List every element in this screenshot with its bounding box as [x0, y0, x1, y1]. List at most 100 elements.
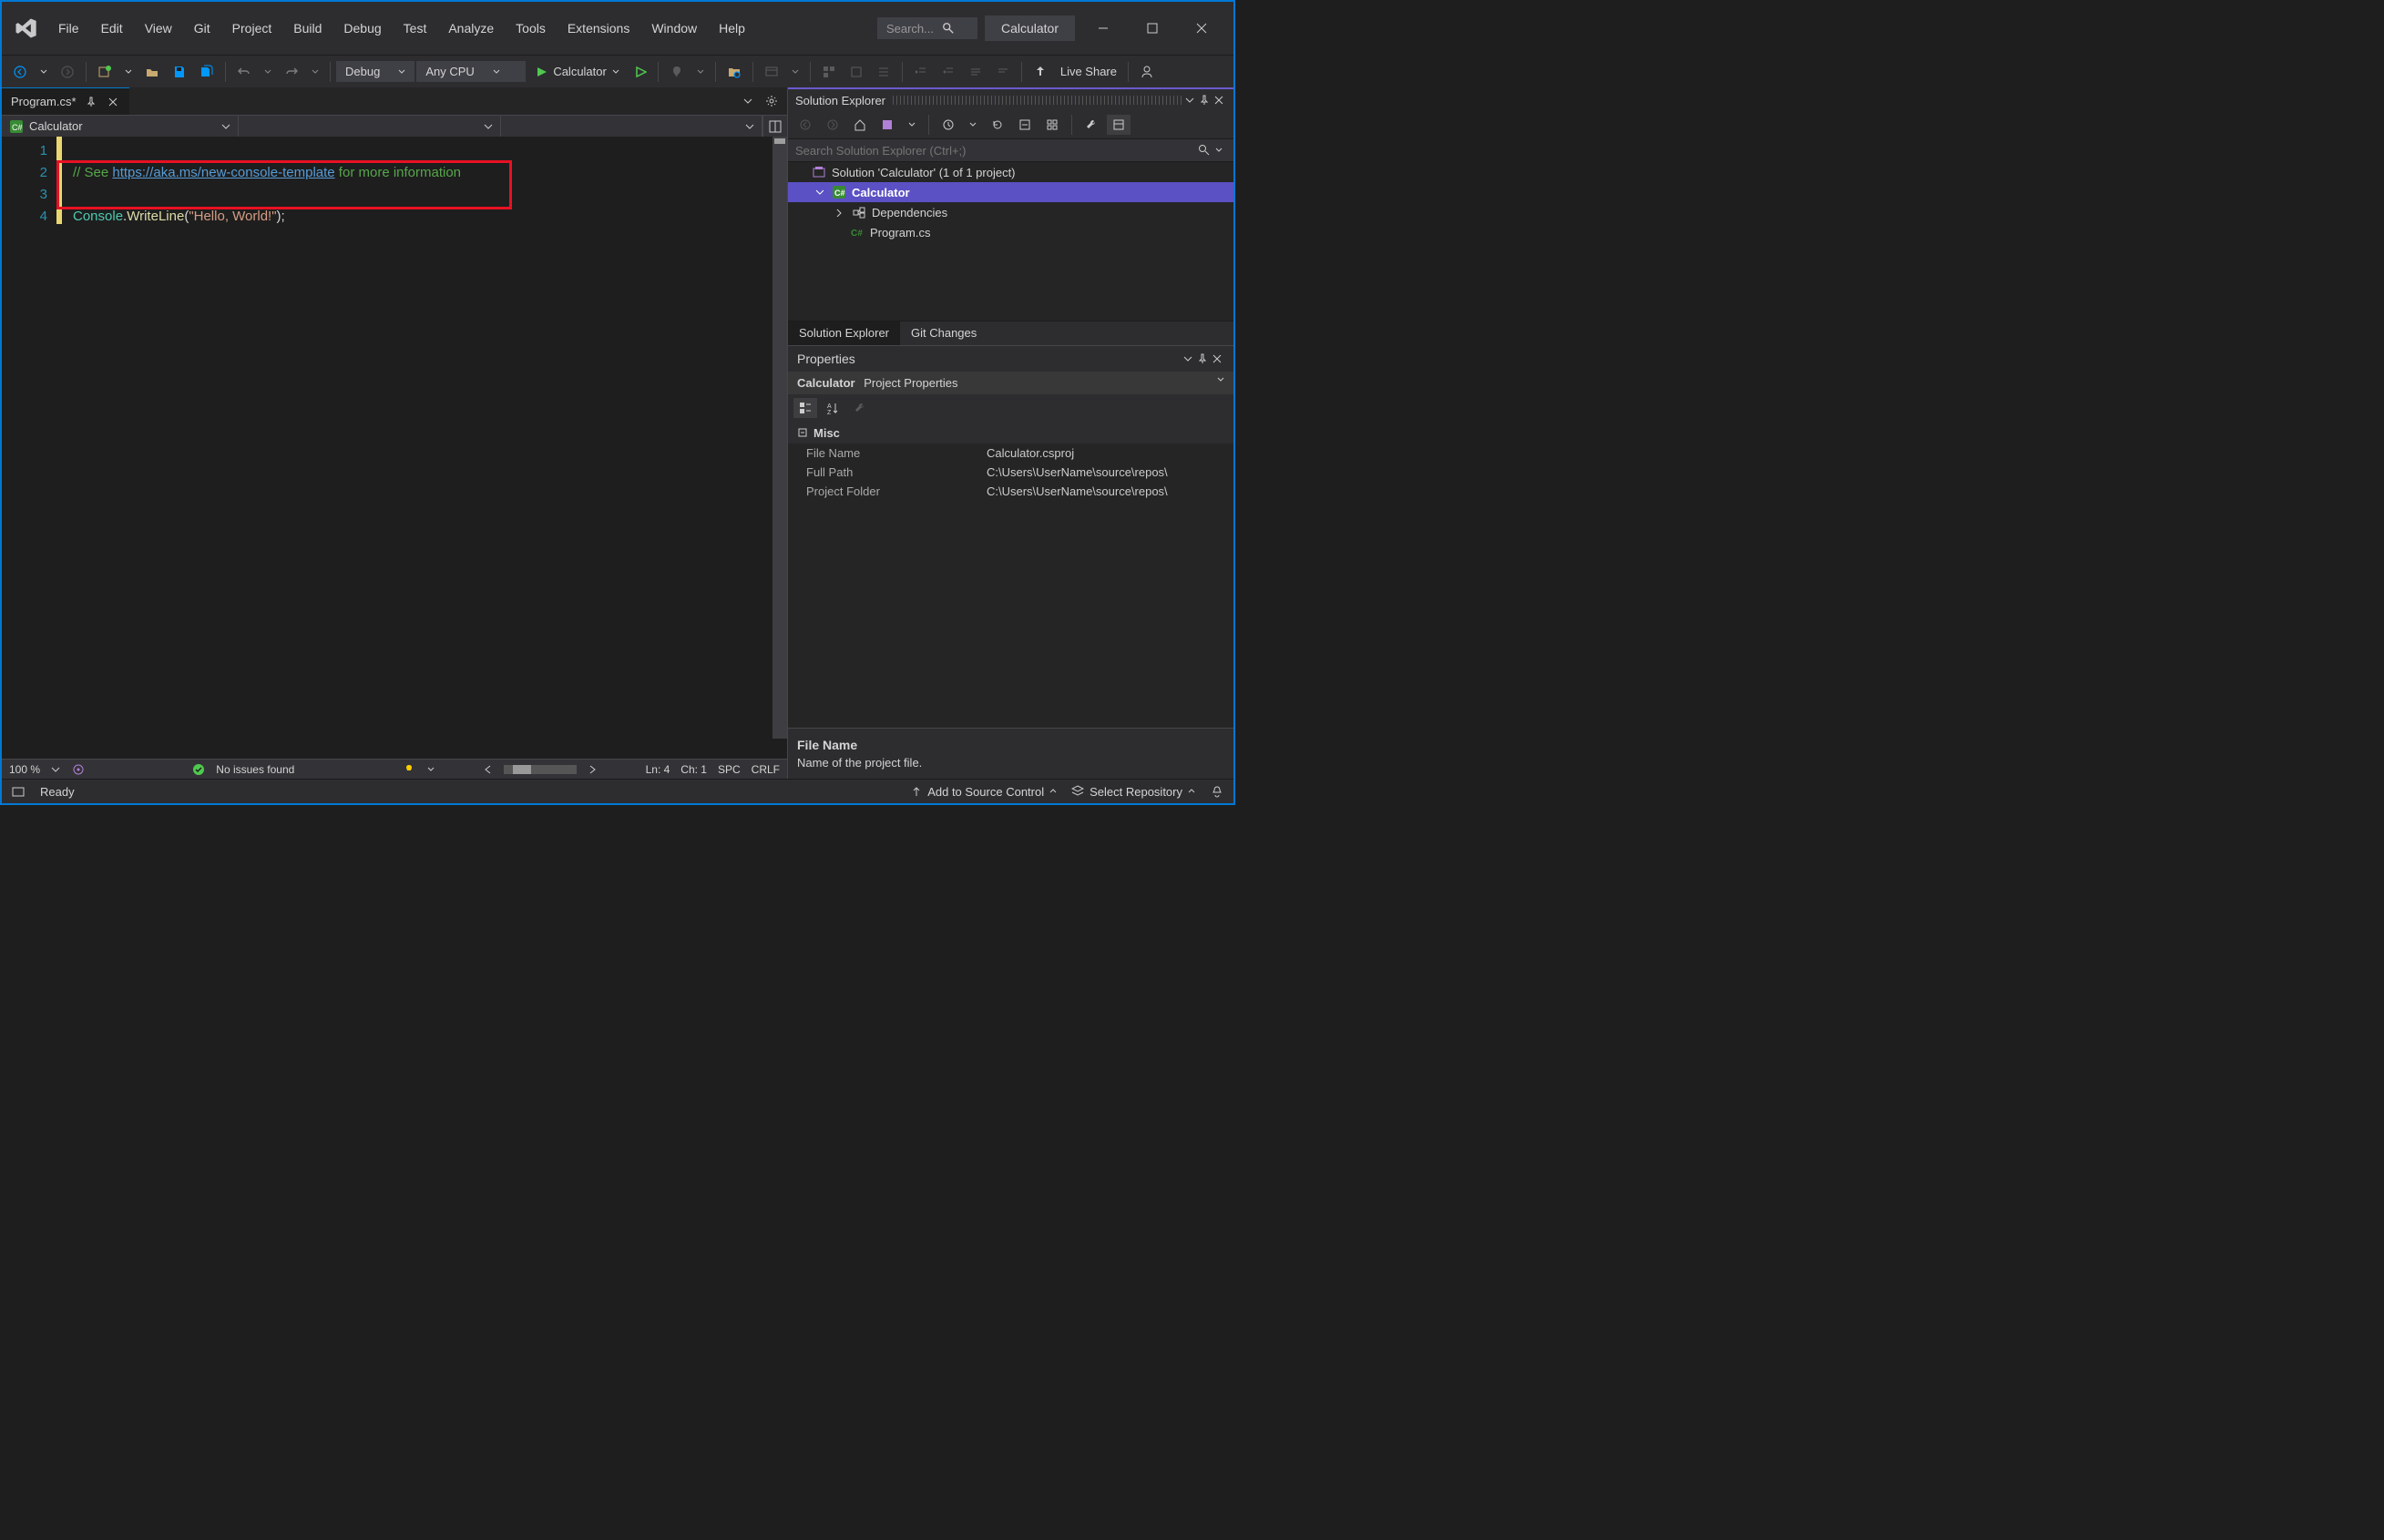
tree-solution-node[interactable]: Solution 'Calculator' (1 of 1 project) — [788, 162, 1233, 182]
redo-dropdown[interactable] — [306, 65, 324, 79]
properties-header[interactable]: Properties — [788, 346, 1233, 372]
menu-project[interactable]: Project — [221, 15, 283, 41]
tab-program-cs[interactable]: Program.cs* — [2, 87, 129, 115]
intellisense-icon[interactable] — [71, 762, 86, 777]
se-show-all-button[interactable] — [1040, 115, 1064, 135]
line-col[interactable]: Ln: 4 — [646, 763, 670, 776]
nav-type-dropdown[interactable] — [239, 116, 501, 137]
tab-git-changes[interactable]: Git Changes — [900, 321, 987, 345]
prev-issue-icon[interactable] — [484, 765, 493, 774]
output-icon[interactable] — [11, 784, 26, 799]
solution-explorer-header[interactable]: Solution Explorer — [788, 87, 1233, 111]
notifications-icon[interactable] — [1210, 784, 1224, 799]
close-panel-icon[interactable] — [1210, 352, 1224, 366]
menu-analyze[interactable]: Analyze — [437, 15, 505, 41]
menu-tools[interactable]: Tools — [505, 15, 557, 41]
toolbar-misc-1[interactable] — [844, 61, 869, 83]
menu-test[interactable]: Test — [393, 15, 438, 41]
back-dropdown[interactable] — [35, 65, 53, 79]
property-value[interactable]: Calculator.csproj — [979, 444, 1233, 463]
find-in-files-button[interactable] — [721, 61, 747, 83]
live-share-button[interactable] — [1028, 61, 1053, 83]
lightbulb-icon[interactable] — [402, 762, 416, 777]
minimize-button[interactable] — [1082, 15, 1124, 42]
property-value[interactable]: C:\Users\UserName\source\repos\ — [979, 463, 1233, 482]
code-editor[interactable]: 1 2 3 4 // See https://aka.ms/new-consol… — [2, 137, 787, 759]
tab-settings-icon[interactable] — [760, 91, 783, 111]
menu-build[interactable]: Build — [282, 15, 333, 41]
menu-edit[interactable]: Edit — [90, 15, 134, 41]
close-button[interactable] — [1181, 15, 1223, 42]
solution-explorer-search[interactable] — [788, 139, 1233, 162]
panel-dropdown-icon[interactable] — [1181, 352, 1195, 366]
hot-reload-dropdown[interactable] — [691, 65, 710, 79]
se-forward-button[interactable] — [821, 115, 844, 135]
vertical-scrollbar[interactable] — [772, 137, 787, 739]
maximize-button[interactable] — [1131, 15, 1173, 42]
se-back-button[interactable] — [793, 115, 817, 135]
property-row-projectfolder[interactable]: Project Folder C:\Users\UserName\source\… — [788, 482, 1233, 501]
panel-dropdown-icon[interactable] — [1182, 93, 1197, 107]
new-item-button[interactable] — [92, 61, 118, 83]
pin-icon[interactable] — [84, 95, 98, 109]
se-search-input[interactable] — [795, 144, 1197, 158]
menu-view[interactable]: View — [134, 15, 183, 41]
se-switch-views-button[interactable] — [875, 115, 899, 135]
menu-debug[interactable]: Debug — [333, 15, 392, 41]
select-repository-button[interactable]: Select Repository — [1071, 785, 1195, 799]
menu-window[interactable]: Window — [640, 15, 708, 41]
alphabetical-button[interactable]: AZ — [821, 398, 844, 418]
breakpoint-gutter[interactable] — [2, 137, 20, 759]
property-row-fullpath[interactable]: Full Path C:\Users\UserName\source\repos… — [788, 463, 1233, 482]
split-editor-button[interactable] — [762, 116, 787, 137]
tree-project-node[interactable]: C# Calculator — [788, 182, 1233, 202]
properties-subject[interactable]: Calculator Project Properties — [788, 372, 1233, 394]
forward-button[interactable] — [55, 61, 80, 83]
tab-overflow-dropdown[interactable] — [738, 91, 758, 111]
zoom-level[interactable]: 100 % — [9, 763, 40, 776]
spaces[interactable]: SPC — [718, 763, 741, 776]
open-file-button[interactable] — [139, 61, 165, 83]
pin-icon[interactable] — [1195, 352, 1210, 366]
se-preview-button[interactable] — [1107, 115, 1131, 135]
tree-program-node[interactable]: C# Program.cs — [788, 222, 1233, 242]
code-text[interactable]: // See https://aka.ms/new-console-templa… — [62, 137, 787, 759]
hot-reload-button[interactable] — [664, 61, 690, 83]
close-panel-icon[interactable] — [1212, 93, 1226, 107]
menu-extensions[interactable]: Extensions — [557, 15, 640, 41]
se-home-button[interactable] — [848, 115, 872, 135]
se-collapse-button[interactable] — [1013, 115, 1037, 135]
undo-dropdown[interactable] — [259, 65, 277, 79]
categorize-button[interactable] — [793, 398, 817, 418]
browser-link-dropdown[interactable] — [786, 65, 804, 79]
live-share-label[interactable]: Live Share — [1055, 61, 1122, 82]
collapse-icon[interactable] — [832, 205, 846, 219]
se-refresh-button[interactable] — [986, 115, 1009, 135]
platform-dropdown[interactable]: Any CPU — [416, 61, 526, 82]
back-button[interactable] — [7, 61, 33, 83]
encoding[interactable]: CRLF — [752, 763, 780, 776]
se-switch-dropdown[interactable] — [903, 117, 921, 132]
add-source-control-button[interactable]: Add to Source Control — [911, 785, 1057, 799]
nav-scope-dropdown[interactable]: C# Calculator — [2, 116, 239, 137]
nav-member-dropdown[interactable] — [501, 116, 763, 137]
redo-button[interactable] — [279, 61, 304, 83]
save-button[interactable] — [167, 61, 192, 83]
browser-link-button[interactable] — [759, 61, 784, 83]
comment-button[interactable] — [963, 61, 988, 83]
menu-help[interactable]: Help — [708, 15, 756, 41]
account-button[interactable] — [1134, 61, 1160, 83]
char[interactable]: Ch: 1 — [680, 763, 707, 776]
wrench-button[interactable] — [848, 398, 872, 418]
menu-file[interactable]: File — [47, 15, 90, 41]
toolbar-group-icon[interactable] — [816, 61, 842, 83]
se-history-button[interactable] — [936, 115, 960, 135]
save-all-button[interactable] — [194, 61, 220, 83]
undo-button[interactable] — [231, 61, 257, 83]
start-no-debug-button[interactable] — [629, 62, 652, 82]
pin-icon[interactable] — [1197, 93, 1212, 107]
start-debug-button[interactable]: Calculator — [527, 61, 627, 82]
tab-solution-explorer[interactable]: Solution Explorer — [788, 321, 900, 345]
property-value[interactable]: C:\Users\UserName\source\repos\ — [979, 482, 1233, 501]
uncomment-button[interactable] — [990, 61, 1016, 83]
